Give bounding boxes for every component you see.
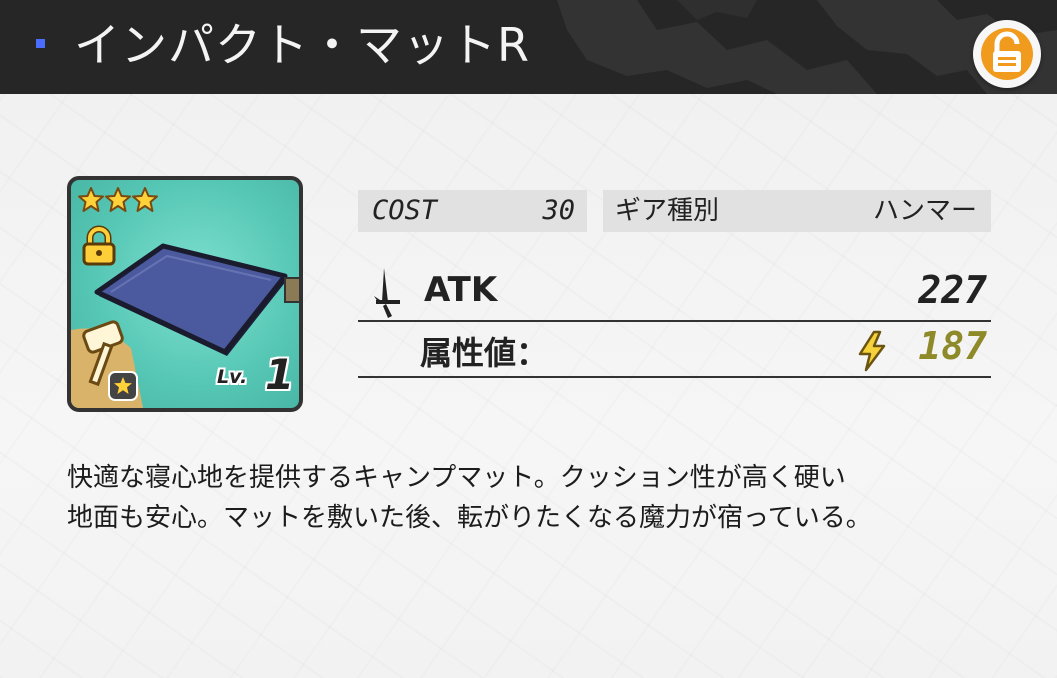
atk-row: ATK 227	[358, 260, 991, 322]
page-title: インパクト・マットR	[74, 18, 530, 72]
gear-description: 快適な寝心地を提供するキャンプマット。クッション性が高く硬い 地面も安心。マット…	[67, 458, 1047, 538]
cost-value: 30	[542, 195, 575, 226]
gear-icon-card[interactable]: Lv. 1	[67, 176, 303, 412]
title-bar: インパクト・マットR	[0, 0, 1057, 94]
attribute-row: 属性値： 187	[358, 322, 991, 378]
unlocked-padlock-icon	[993, 31, 1021, 72]
title-marker	[36, 39, 45, 48]
level-value: 1	[265, 350, 295, 399]
lock-toggle-button[interactable]	[973, 20, 1041, 88]
level-label: Lv.	[217, 366, 248, 388]
gear-type-panel: ギア種別 ハンマー	[603, 190, 991, 232]
attribute-label: 属性値：	[420, 334, 549, 372]
description-line: 地面も安心。マットを敷いた後、転がりたくなる魔力が宿っている。	[67, 503, 872, 533]
cost-label: COST	[372, 195, 438, 226]
atk-value: 227	[918, 268, 987, 312]
star-badge-icon	[108, 371, 138, 401]
rarity-star-icon	[78, 187, 158, 212]
cost-panel: COST 30	[358, 190, 587, 232]
gear-lock-icon	[82, 225, 116, 266]
description-line: 快適な寝心地を提供するキャンプマット。クッション性が高く硬い	[67, 463, 846, 493]
lightning-bolt-icon	[858, 330, 886, 372]
sword-icon	[374, 268, 400, 318]
gear-type-value: ハンマー	[872, 196, 977, 226]
gear-type-label: ギア種別	[615, 196, 720, 226]
attribute-value: 187	[918, 324, 987, 368]
atk-label: ATK	[424, 270, 498, 310]
